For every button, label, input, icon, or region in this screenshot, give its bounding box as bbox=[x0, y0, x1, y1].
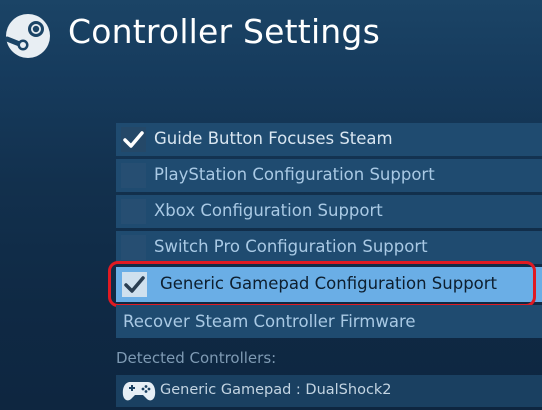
gamepad-icon bbox=[122, 382, 156, 401]
option-generic-gamepad-configuration-support[interactable]: Generic Gamepad Configuration Support bbox=[116, 267, 542, 302]
page-title: Controller Settings bbox=[68, 12, 380, 51]
option-label: PlayStation Configuration Support bbox=[154, 165, 435, 184]
checkbox[interactable] bbox=[121, 199, 146, 224]
detected-controllers-heading: Detected Controllers: bbox=[116, 349, 277, 367]
detected-controller-item[interactable]: Generic Gamepad : DualShock2 bbox=[116, 375, 542, 407]
option-label: Switch Pro Configuration Support bbox=[154, 237, 428, 256]
checkbox[interactable] bbox=[121, 235, 146, 260]
option-xbox-configuration-support[interactable]: Xbox Configuration Support bbox=[116, 195, 542, 228]
option-label: Guide Button Focuses Steam bbox=[154, 129, 393, 148]
checkmark-icon bbox=[123, 131, 144, 148]
option-switch-pro-configuration-support[interactable]: Switch Pro Configuration Support bbox=[116, 231, 542, 264]
checkbox[interactable] bbox=[121, 163, 146, 188]
option-label: Xbox Configuration Support bbox=[154, 201, 383, 220]
checkbox[interactable] bbox=[121, 127, 146, 152]
checkmark-icon bbox=[124, 276, 145, 293]
option-label: Generic Gamepad Configuration Support bbox=[160, 274, 498, 293]
option-guide-button-focuses-steam[interactable]: Guide Button Focuses Steam bbox=[116, 123, 542, 156]
controller-name: Generic Gamepad : DualShock2 bbox=[160, 382, 392, 398]
option-playstation-configuration-support[interactable]: PlayStation Configuration Support bbox=[116, 159, 542, 192]
recover-firmware-button[interactable]: Recover Steam Controller Firmware bbox=[116, 305, 542, 338]
steam-logo-icon bbox=[5, 14, 50, 58]
checkbox[interactable] bbox=[122, 272, 147, 297]
recover-firmware-label: Recover Steam Controller Firmware bbox=[123, 312, 416, 331]
header: Controller Settings bbox=[0, 0, 542, 80]
